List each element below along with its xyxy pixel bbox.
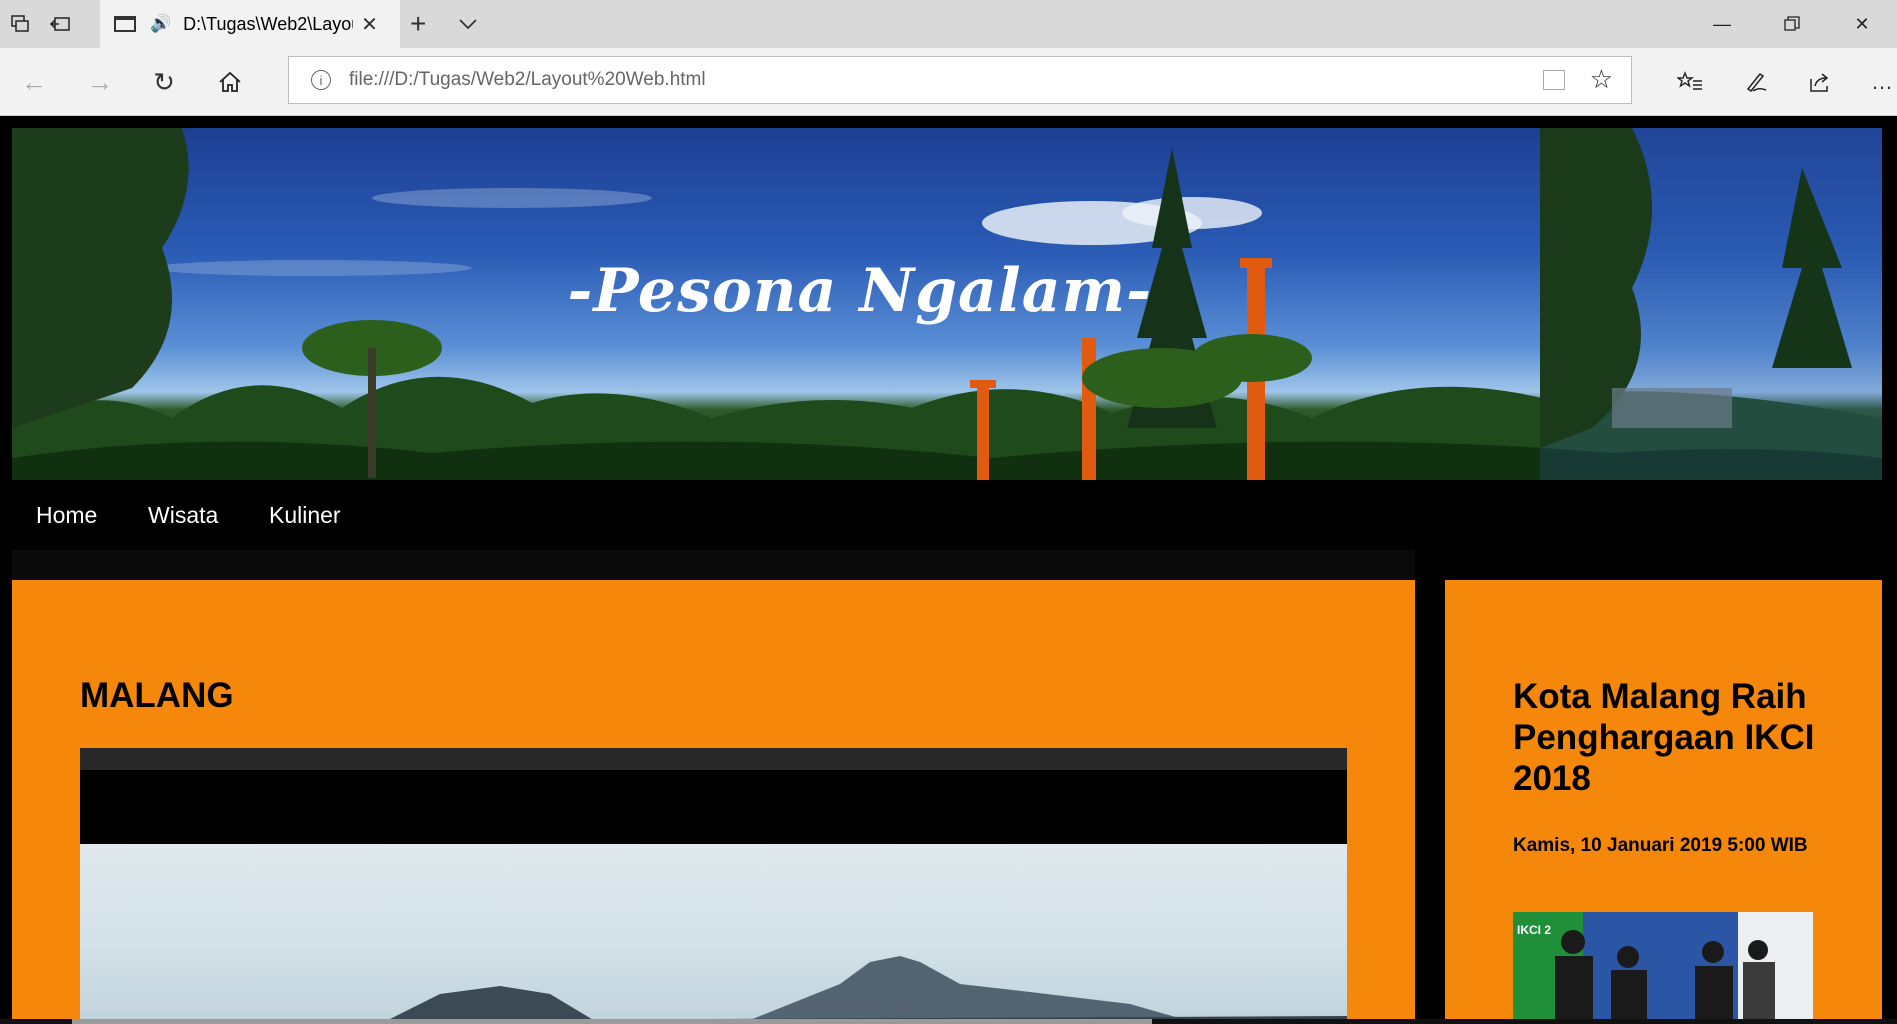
speaker-icon[interactable]: 🔊 — [150, 14, 171, 34]
nav-wisata[interactable]: Wisata — [148, 480, 218, 550]
tabs-aside-icon[interactable] — [0, 0, 40, 48]
nav-kuliner[interactable]: Kuliner — [269, 480, 341, 550]
chevron-down-icon[interactable] — [458, 0, 478, 48]
info-icon[interactable]: i — [311, 70, 331, 90]
plus-icon[interactable]: + — [410, 0, 426, 48]
site-title: -Pesona Ngalam- — [567, 256, 1152, 326]
browser-tab-bar: 🔊 D:\Tugas\Web2\Layout Web.html ✕ + — ✕ — [0, 0, 1897, 48]
reading-view-icon[interactable] — [1543, 70, 1565, 90]
sidebar-news: Kota Malang Raih Penghargaan IKCI 2018 K… — [1445, 580, 1882, 1024]
more-icon[interactable]: … — [1852, 48, 1897, 116]
tab-title: D:\Tugas\Web2\Layout Web.html — [183, 13, 354, 34]
set-aside-icon[interactable] — [40, 0, 80, 48]
home-icon[interactable] — [200, 48, 260, 116]
share-icon[interactable] — [1790, 48, 1850, 116]
back-arrow-icon[interactable]: ← — [4, 48, 64, 116]
main-title: MALANG — [80, 676, 234, 715]
favorites-list-icon[interactable] — [1660, 48, 1720, 116]
main-content: MALANG — [12, 580, 1415, 1024]
close-icon[interactable]: ✕ — [361, 12, 378, 37]
news-title[interactable]: Kota Malang Raih Penghargaan IKCI 2018 — [1513, 676, 1833, 799]
site-nav: Home Wisata Kuliner — [12, 480, 1882, 550]
svg-text:IKCI 2: IKCI 2 — [1517, 923, 1551, 937]
web-page: -Pesona Ngalam- Home Wisata Kuliner MALA… — [0, 116, 1897, 1024]
star-icon[interactable]: ☆ — [1590, 64, 1613, 95]
page-icon — [114, 16, 136, 32]
news-photo[interactable]: IKCI 2 — [1513, 912, 1813, 1024]
scrollbar-thumb[interactable] — [72, 1019, 1152, 1024]
minimize-icon[interactable]: — — [1687, 0, 1757, 48]
horizontal-scrollbar[interactable] — [0, 1019, 1897, 1024]
pen-icon[interactable] — [1726, 48, 1786, 116]
url-text[interactable]: file:///D:/Tugas/Web2/Layout%20Web.html — [349, 69, 706, 91]
refresh-icon[interactable]: ↻ — [134, 48, 194, 116]
news-date: Kamis, 10 Januari 2019 5:00 WIB — [1513, 835, 1808, 856]
forward-arrow-icon[interactable]: → — [70, 48, 130, 116]
browser-navigation-bar: ← → ↻ i file:///D:/Tugas/Web2/Layout%20W… — [0, 48, 1897, 116]
address-bar[interactable]: i file:///D:/Tugas/Web2/Layout%20Web.htm… — [288, 56, 1632, 104]
window-controls: — ✕ — [1687, 0, 1897, 48]
main-media — [80, 748, 1347, 1024]
active-tab[interactable]: 🔊 D:\Tugas\Web2\Layout Web.html ✕ — [100, 0, 400, 48]
restore-icon[interactable] — [1757, 0, 1827, 48]
content-top-strip — [12, 550, 1415, 580]
nav-home[interactable]: Home — [36, 480, 97, 550]
header-banner: -Pesona Ngalam- — [12, 128, 1882, 480]
media-top-bar — [80, 748, 1347, 770]
close-window-icon[interactable]: ✕ — [1827, 0, 1897, 48]
landscape-photo — [80, 844, 1347, 1024]
